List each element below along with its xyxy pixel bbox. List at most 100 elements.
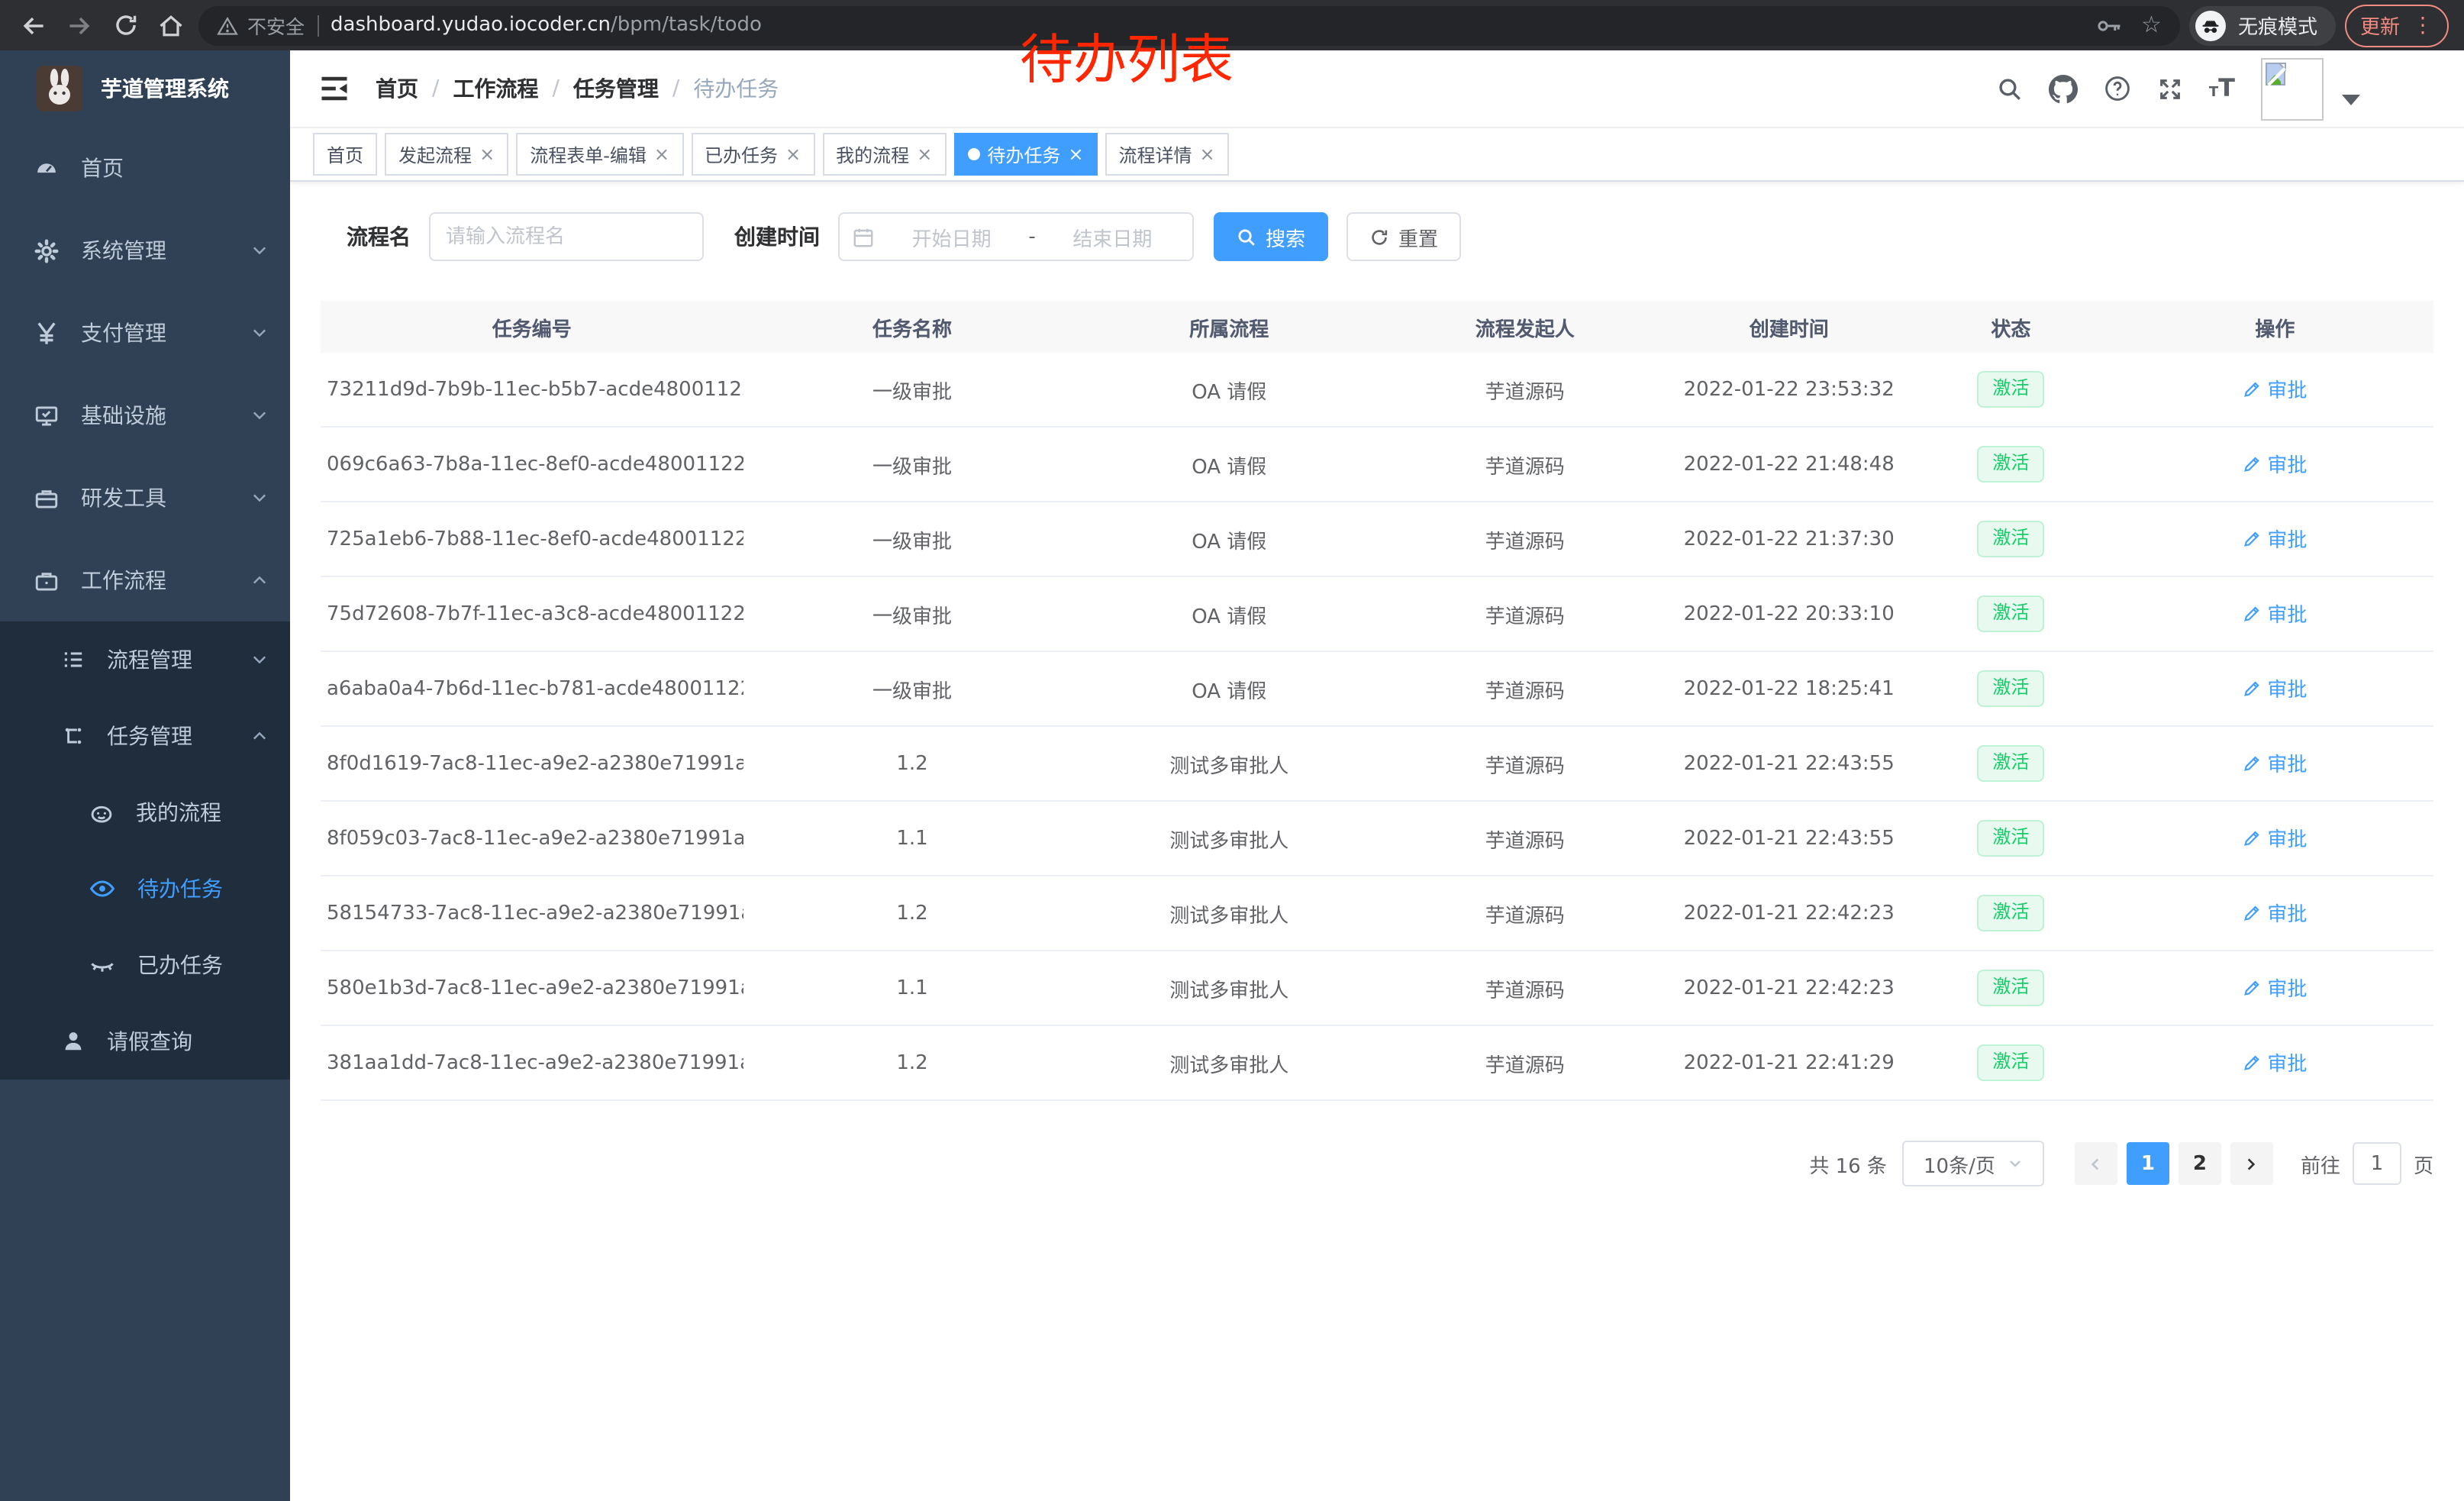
caret-down-icon (2342, 94, 2360, 105)
col-task-name: 任务名称 (743, 301, 1082, 353)
cell-process: OA 请假 (1081, 651, 1377, 726)
sidebar-collapse-icon[interactable] (318, 72, 351, 105)
process-name-input[interactable] (429, 212, 704, 261)
sidebar-item-payment[interactable]: 支付管理 (0, 292, 290, 374)
browser-menu-icon[interactable]: ⋮ (2412, 15, 2433, 36)
cell-task-name: 一级审批 (743, 576, 1082, 651)
address-bar[interactable]: 不安全 dashboard.yudao.iocoder.cn/bpm/task/… (198, 5, 2180, 45)
close-icon[interactable]: × (1068, 145, 1083, 163)
status-badge: 激活 (1977, 446, 2044, 482)
approve-link[interactable]: 审批 (2243, 1048, 2307, 1077)
close-icon[interactable]: × (1200, 145, 1215, 163)
sidebar-item-leave-query[interactable]: 请假查询 (0, 1003, 290, 1080)
approve-link[interactable]: 审批 (2243, 525, 2307, 554)
sidebar-item-todo-task[interactable]: 待办任务 (0, 851, 290, 927)
avatar[interactable] (2261, 57, 2324, 120)
breadcrumb-item[interactable]: 工作流程 (453, 73, 538, 104)
search-icon (1237, 227, 1256, 247)
page-size-select[interactable]: 10条/页 (1902, 1141, 2044, 1186)
page-unit-label: 页 (2414, 1149, 2433, 1178)
sidebar-item-done-task[interactable]: 已办任务 (0, 927, 290, 1003)
start-date-placeholder[interactable]: 开始日期 (884, 222, 1019, 251)
cell-starter: 芋道源码 (1377, 576, 1673, 651)
search-button[interactable]: 搜索 (1214, 212, 1328, 261)
security-label[interactable]: 不安全 (247, 11, 305, 40)
sidebar-item-workflow[interactable]: 工作流程 (0, 539, 290, 621)
sidebar-item-home[interactable]: 首页 (0, 127, 290, 209)
tags-view-tab[interactable]: 发起流程 × (385, 133, 508, 176)
sidebar-item-process-mgmt[interactable]: 流程管理 (0, 621, 290, 698)
date-range-picker[interactable]: 开始日期 - 结束日期 (838, 212, 1194, 261)
tags-view: 首页 × 发起流程 × 流程表单-编辑 × 已办任务 (290, 128, 2464, 182)
chevron-up-icon (250, 727, 269, 745)
prev-page-button[interactable] (2075, 1142, 2117, 1185)
url-text[interactable]: dashboard.yudao.iocoder.cn/bpm/task/todo (331, 14, 2083, 37)
page-button-1[interactable]: 1 (2127, 1142, 2169, 1185)
approve-link[interactable]: 审批 (2243, 749, 2307, 778)
sidebar-item-task-mgmt[interactable]: 任务管理 (0, 698, 290, 774)
cell-task-id: 381aa1dd-7ac8-11ec-a9e2-a2380e71991a (321, 1025, 743, 1100)
table-row: a6aba0a4-7b6d-11ec-b781-acde48001122 一级审… (321, 651, 2433, 726)
github-icon[interactable] (2049, 74, 2078, 103)
approve-link[interactable]: 审批 (2243, 824, 2307, 853)
font-size-icon[interactable]: TT (2209, 76, 2235, 101)
approve-link[interactable]: 审批 (2243, 599, 2307, 628)
close-icon[interactable]: × (785, 145, 801, 163)
sidebar-item-system[interactable]: 系统管理 (0, 209, 290, 292)
password-key-icon[interactable] (2095, 15, 2123, 36)
browser-update-button[interactable]: 更新 ⋮ (2345, 4, 2449, 47)
tags-view-tab[interactable]: 流程详情 × (1105, 133, 1228, 176)
reset-button[interactable]: 重置 (1346, 212, 1461, 261)
breadcrumb-separator: / (432, 76, 439, 101)
close-icon[interactable]: × (917, 145, 932, 163)
approve-link[interactable]: 审批 (2243, 450, 2307, 479)
bookmark-star-icon[interactable]: ☆ (2141, 14, 2162, 37)
approve-link[interactable]: 审批 (2243, 973, 2307, 1002)
cell-create-time: 2022-01-21 22:41:29 (1672, 1025, 1904, 1100)
status-badge: 激活 (1977, 820, 2044, 856)
edit-pencil-icon (2243, 679, 2261, 698)
breadcrumb-item[interactable]: 任务管理 (573, 73, 659, 104)
close-icon[interactable]: × (479, 145, 495, 163)
status-badge: 激活 (1977, 521, 2044, 557)
cell-create-time: 2022-01-22 21:48:48 (1672, 427, 1904, 502)
search-icon[interactable] (1997, 76, 2023, 102)
tags-view-tab[interactable]: 首页 × (313, 133, 377, 176)
next-page-button[interactable] (2230, 1142, 2273, 1185)
browser-reload-icon[interactable] (107, 7, 144, 44)
browser-home-icon[interactable] (153, 7, 189, 44)
breadcrumb-separator: / (672, 76, 679, 101)
approve-link[interactable]: 审批 (2243, 899, 2307, 928)
user-menu[interactable] (2261, 57, 2360, 120)
approve-link[interactable]: 审批 (2243, 375, 2307, 404)
sidebar-item-my-process[interactable]: 我的流程 (0, 774, 290, 851)
sidebar-item-infra[interactable]: 基础设施 (0, 374, 290, 457)
browser-forward-icon[interactable] (61, 7, 98, 44)
tags-view-tab[interactable]: 已办任务 × (691, 133, 814, 176)
flow-tree-icon (61, 724, 85, 748)
cell-process: OA 请假 (1081, 427, 1377, 502)
total-count: 共 16 条 (1809, 1149, 1887, 1178)
tags-view-tab[interactable]: 我的流程 × (822, 133, 946, 176)
workflow-submenu: 流程管理 任务管理 我的流程 待办任务 已办任务 请假 (0, 621, 290, 1080)
browser-back-icon[interactable] (15, 7, 52, 44)
end-date-placeholder[interactable]: 结束日期 (1045, 222, 1180, 251)
fullscreen-icon[interactable] (2157, 76, 2183, 102)
cell-starter: 芋道源码 (1377, 951, 1673, 1025)
help-icon[interactable] (2104, 75, 2131, 102)
approve-link[interactable]: 审批 (2243, 674, 2307, 703)
sidebar-item-devtools[interactable]: 研发工具 (0, 457, 290, 539)
page-button-2[interactable]: 2 (2179, 1142, 2221, 1185)
cell-process: OA 请假 (1081, 353, 1377, 427)
cell-task-id: a6aba0a4-7b6d-11ec-b781-acde48001122 (321, 651, 743, 726)
tags-view-tab[interactable]: 流程表单-编辑 × (516, 133, 683, 176)
active-dot-icon (967, 148, 979, 160)
cell-task-name: 1.1 (743, 801, 1082, 876)
sidebar-logo[interactable]: 芋道管理系统 (0, 50, 290, 127)
tags-view-tab[interactable]: 待办任务 × (953, 133, 1097, 176)
close-icon[interactable]: × (654, 145, 669, 163)
goto-page-input[interactable] (2353, 1142, 2401, 1185)
breadcrumb-item[interactable]: 首页 (376, 73, 418, 104)
cell-starter: 芋道源码 (1377, 801, 1673, 876)
cell-create-time: 2022-01-21 22:42:23 (1672, 876, 1904, 951)
